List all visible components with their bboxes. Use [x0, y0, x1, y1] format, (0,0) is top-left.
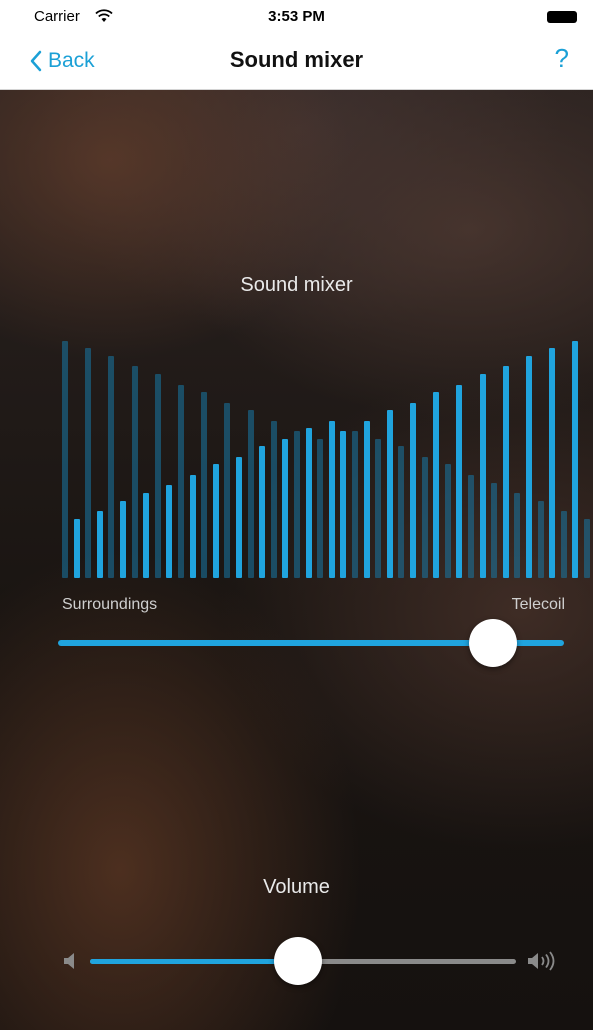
status-bar: Carrier 3:53 PM	[0, 0, 593, 34]
mixer-visualizer	[0, 90, 593, 590]
mixer-bar	[468, 474, 474, 578]
mixer-bar	[131, 366, 138, 578]
mixer-bar	[305, 428, 312, 578]
mixer-bar	[363, 420, 370, 578]
mixer-bar	[294, 430, 300, 578]
mixer-bar	[421, 456, 428, 578]
status-time: 3:53 PM	[268, 8, 325, 25]
telecoil-label: Telecoil	[511, 596, 565, 613]
mixer-bar	[108, 356, 115, 578]
volume-slider-fill	[90, 959, 303, 964]
mixer-bar	[502, 366, 509, 578]
speaker-high-icon	[528, 951, 555, 971]
mixer-slider-thumb[interactable]	[469, 619, 518, 667]
mixer-bar	[62, 340, 68, 578]
mixer-bar	[189, 474, 196, 578]
mixer-bar	[537, 500, 544, 578]
mixer-bar	[270, 420, 277, 578]
mixer-bar	[143, 492, 150, 578]
mixer-bar	[201, 392, 208, 578]
mixer-bar	[560, 510, 567, 578]
mixer-bar	[514, 492, 521, 578]
volume-title: Volume	[263, 876, 330, 898]
mixer-bar	[247, 410, 254, 578]
mixer-bar	[433, 392, 440, 578]
mixer-bar	[444, 464, 451, 578]
battery-icon	[547, 11, 577, 23]
mixer-bar	[212, 464, 219, 578]
mixer-bar	[224, 402, 231, 578]
mixer-bar	[352, 430, 358, 578]
mixer-bar	[386, 410, 393, 578]
mixer-bar	[479, 374, 486, 578]
mixer-bar	[456, 384, 463, 578]
help-button[interactable]: ?	[555, 43, 569, 74]
mixer-bar	[178, 384, 184, 578]
mixer-bar	[282, 438, 289, 578]
mixer-bar	[584, 518, 590, 578]
mixer-bar	[317, 438, 324, 578]
mixer-bar	[340, 430, 347, 578]
mixer-bar	[410, 402, 416, 578]
mixer-bar	[85, 348, 92, 578]
mixer-bar	[398, 446, 405, 578]
mixer-bar	[526, 356, 532, 578]
main-content: Sound mixer Surroundings Telecoil Volume	[0, 90, 593, 1030]
speaker-low-icon	[64, 953, 74, 969]
mixer-bar	[154, 374, 161, 578]
mixer-bar	[73, 518, 80, 578]
navigation-bar: Back Sound mixer ?	[0, 34, 593, 90]
mixer-bar	[259, 446, 266, 578]
mixer-bar	[96, 510, 103, 578]
mixer-bar	[491, 482, 498, 578]
mixer-bar	[328, 420, 335, 578]
surroundings-label: Surroundings	[62, 596, 158, 613]
mixer-bar	[549, 348, 556, 578]
mixer-bar	[236, 456, 242, 578]
mixer-bar	[375, 438, 382, 578]
mixer-bar	[166, 485, 173, 578]
mixer-bar	[572, 340, 579, 578]
mixer-bar	[120, 500, 126, 578]
volume-slider-thumb[interactable]	[274, 937, 322, 985]
page-title: Sound mixer	[229, 47, 364, 72]
